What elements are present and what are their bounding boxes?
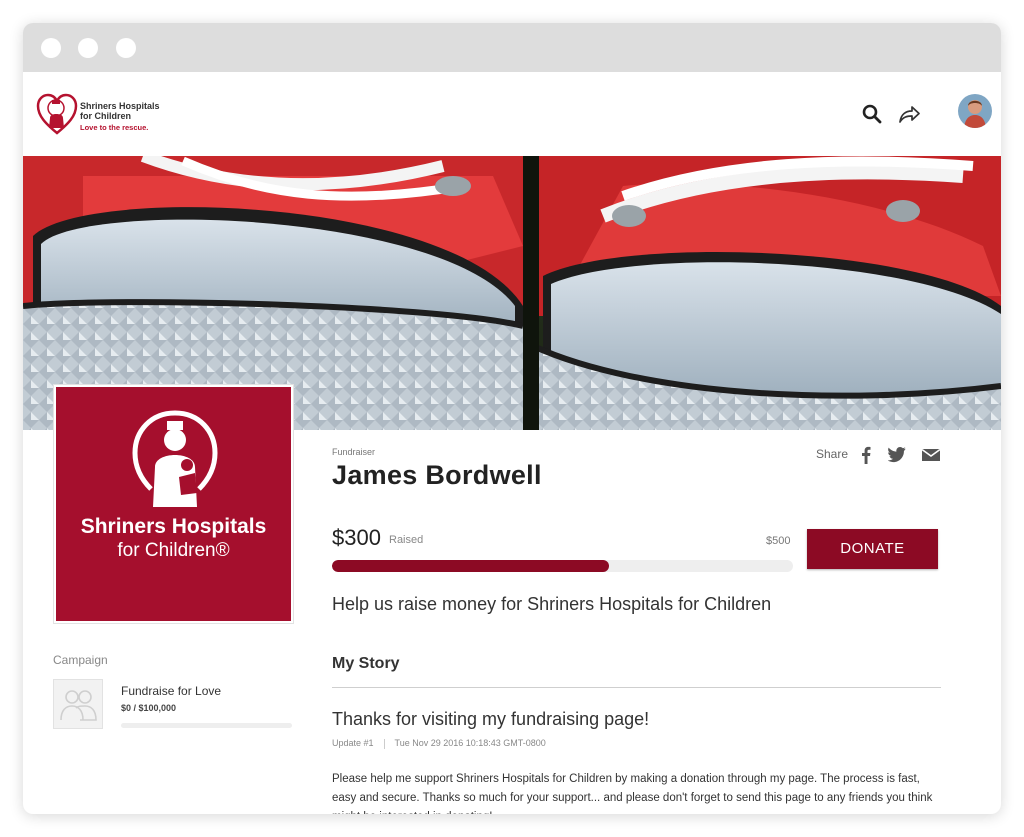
campaign-thumbnail[interactable] — [53, 679, 103, 729]
share-label: Share — [816, 447, 849, 461]
raised-label: Raised — [389, 534, 424, 546]
meta-separator — [383, 738, 385, 749]
my-story-heading: My Story — [332, 655, 400, 672]
update-title: Thanks for visiting my fundraising page! — [332, 709, 650, 729]
campaign-name[interactable]: Fundraise for Love — [121, 684, 221, 698]
search-icon[interactable] — [861, 103, 883, 125]
campaign-progress-bar — [121, 723, 292, 728]
top-nav: Shriners Hospitals for Children Love to … — [23, 72, 1001, 156]
campaign-amount: $0 / $100,000 — [121, 703, 177, 713]
donate-button[interactable]: DONATE — [807, 529, 938, 569]
update-meta: Update #1 Tue Nov 29 2016 10:18:43 GMT-08… — [332, 738, 546, 749]
logo-line1: Shriners Hospitals — [80, 101, 160, 111]
fundraiser-progress-bar — [332, 560, 793, 572]
org-name-line1: Shriners Hospitals — [80, 515, 267, 538]
goal-amount: $500 — [766, 535, 791, 547]
logo-line2: for Children — [80, 111, 131, 121]
update-date: Tue Nov 29 2016 10:18:43 GMT-0800 — [394, 738, 546, 748]
divider — [332, 687, 941, 688]
share-icon[interactable] — [897, 103, 921, 125]
shriners-logo[interactable]: Shriners Hospitals for Children Love to … — [36, 92, 160, 136]
twitter-icon[interactable] — [888, 446, 906, 464]
fundraiser-progress-fill — [332, 560, 609, 572]
window-dot[interactable] — [78, 38, 98, 58]
fundraiser-label: Fundraiser — [332, 447, 376, 457]
window-dot[interactable] — [41, 38, 61, 58]
group-people-icon — [60, 690, 97, 721]
raised-amount: $300 — [332, 525, 381, 550]
org-logo[interactable]: Shriners Hospitals for Children® — [54, 385, 293, 623]
window-titlebar — [23, 23, 1001, 72]
shriners-emblem-icon — [132, 410, 218, 507]
email-icon[interactable] — [921, 446, 941, 464]
org-name-line2: for Children® — [117, 540, 230, 561]
fundraiser-name: James Bordwell — [332, 460, 542, 490]
window-dot[interactable] — [116, 38, 136, 58]
fundraiser-headline: Help us raise money for Shriners Hospita… — [332, 594, 772, 614]
story-body: Please help me support Shriners Hospital… — [332, 773, 933, 814]
facebook-icon[interactable] — [861, 446, 871, 464]
heart-logo-icon — [36, 93, 78, 135]
logo-tagline: Love to the rescue. — [80, 123, 149, 132]
browser-window: Shriners Hospitals for Children Love to … — [23, 23, 1001, 814]
user-avatar-icon — [958, 94, 992, 128]
campaign-label: Campaign — [53, 653, 108, 667]
avatar[interactable] — [958, 94, 992, 128]
update-number: Update #1 — [332, 738, 374, 748]
